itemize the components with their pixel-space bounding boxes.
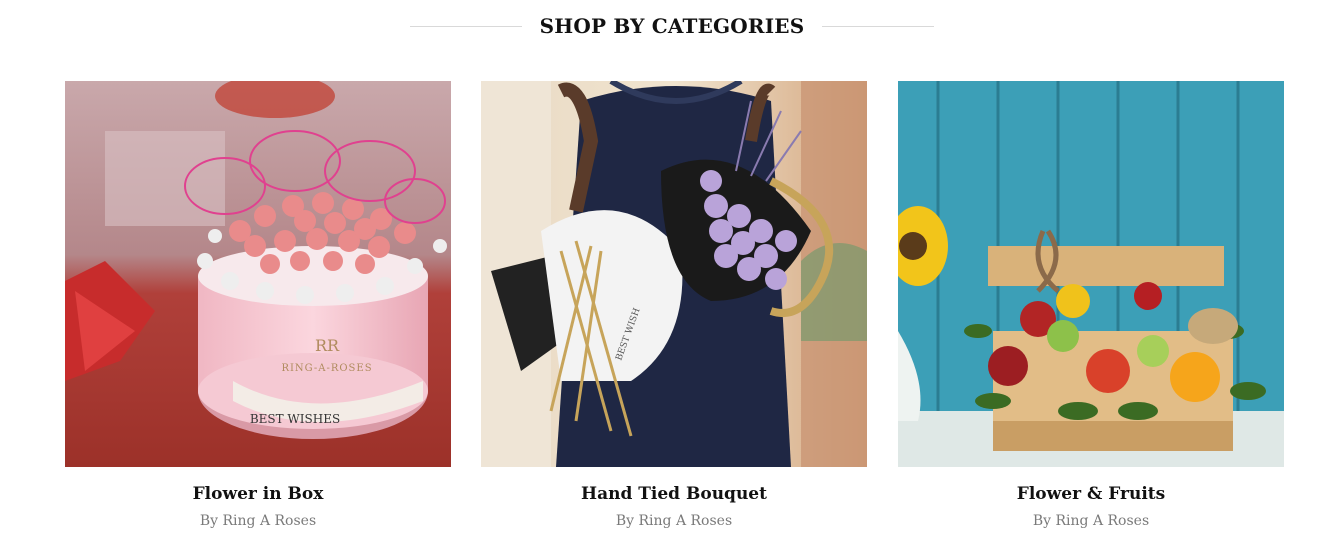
category-card-hand-tied-bouquet[interactable]: BEST WISH Hand Tied Bouquet By Ring A Ro… [481,81,867,529]
section-title: SHOP BY CATEGORIES [539,14,805,38]
category-image-hand-tied-bouquet[interactable]: BEST WISH [481,81,867,467]
heading-divider-right [822,25,935,27]
category-title[interactable]: Flower in Box [65,484,451,504]
category-card-flower-and-fruits[interactable]: Flower & Fruits By Ring A Roses [898,81,1284,529]
category-image-flower-and-fruits[interactable] [898,81,1284,467]
fruit-chest-photo [898,81,1284,467]
category-title[interactable]: Hand Tied Bouquet [481,484,867,504]
flower-box-photo: RING-A-ROSES RR BEST WISHES [65,81,451,467]
heading-divider-left [409,25,522,27]
category-card-flower-in-box[interactable]: RING-A-ROSES RR BEST WISHES Flower in Bo… [65,81,451,529]
svg-text:BEST WISHES: BEST WISHES [250,412,340,426]
category-byline: By Ring A Roses [1032,513,1150,529]
category-image-flower-in-box[interactable]: RING-A-ROSES RR BEST WISHES [65,81,451,467]
category-byline: By Ring A Roses [615,513,733,529]
category-byline: By Ring A Roses [199,513,317,529]
bouquet-photo: BEST WISH [481,81,867,467]
svg-text:RR: RR [315,336,340,355]
section-heading: SHOP BY CATEGORIES [0,8,1344,44]
category-title[interactable]: Flower & Fruits [898,484,1284,504]
svg-text:RING-A-ROSES: RING-A-ROSES [281,363,372,374]
